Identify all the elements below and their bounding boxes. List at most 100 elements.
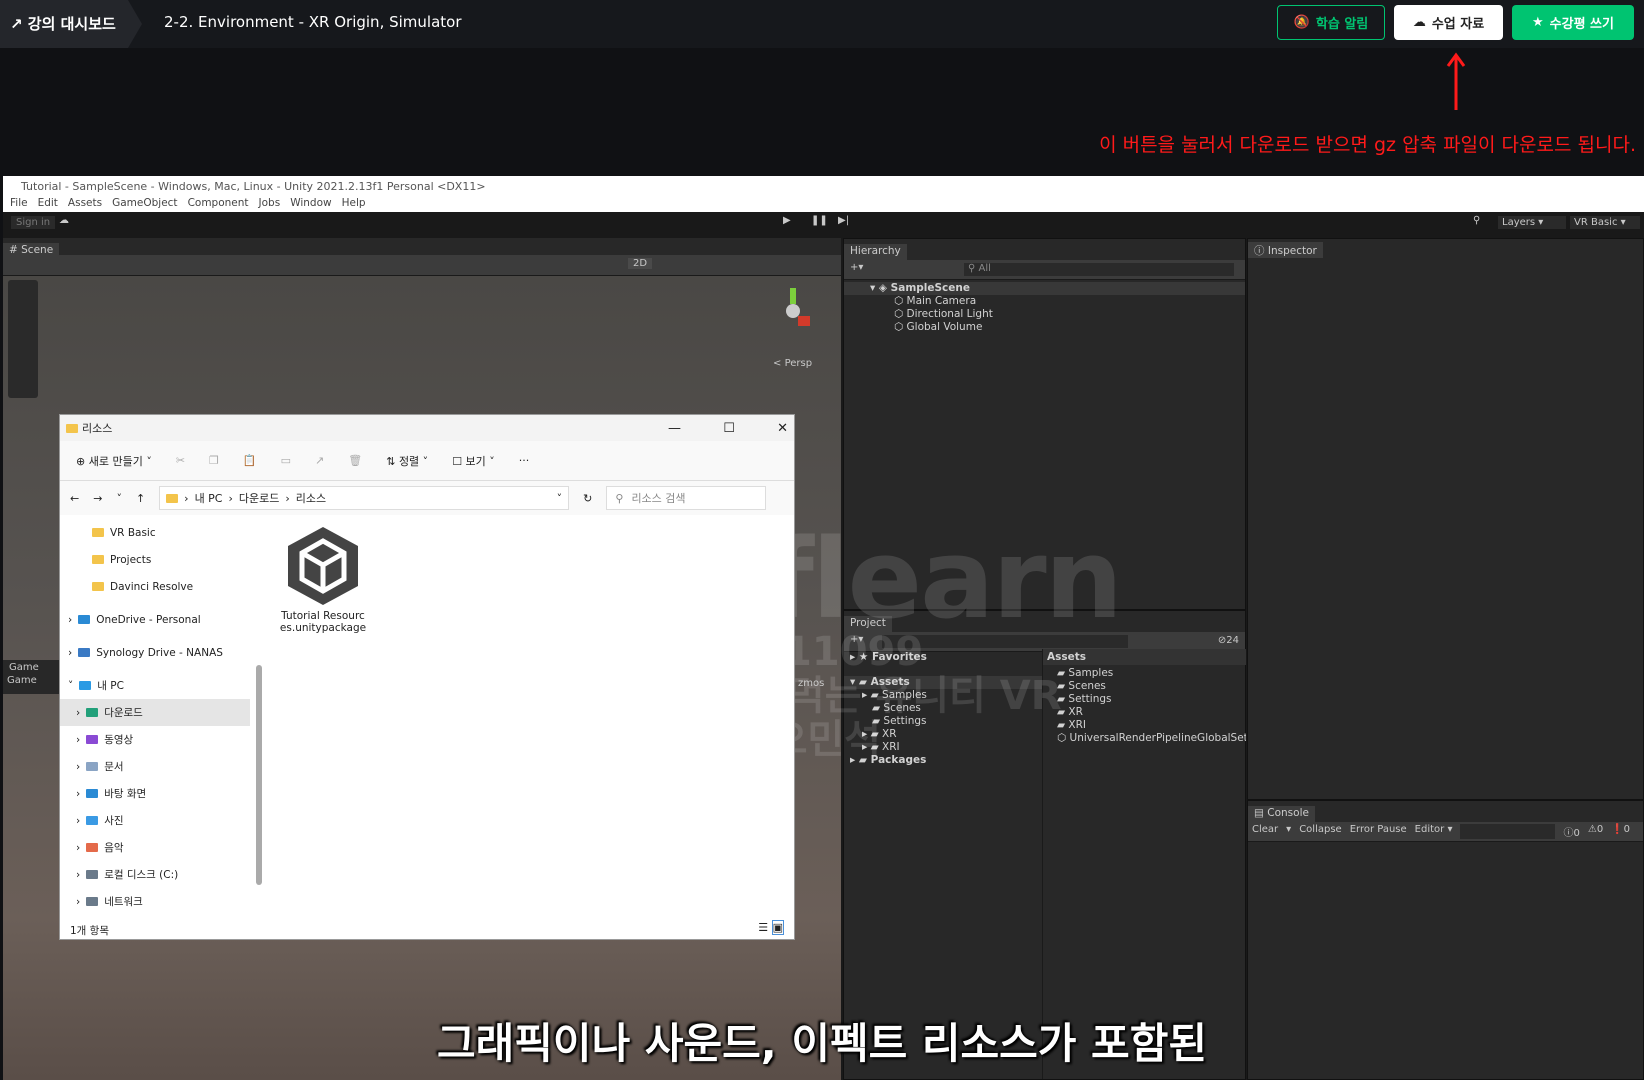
details-view-icon[interactable]: ☰ [758, 921, 768, 934]
console-search[interactable] [1460, 824, 1556, 839]
nav-item[interactable]: › 바탕 화면 [60, 780, 250, 807]
notify-button[interactable]: 🔕 학습 알림 [1277, 5, 1385, 40]
tab-inspector[interactable]: ⓘ Inspector [1248, 242, 1323, 258]
pause-button[interactable]: ❚❚ [811, 215, 828, 226]
hierarchy-item[interactable]: ⬡ Global Volume [844, 321, 1245, 334]
large-icons-view-icon[interactable]: ▣ [771, 920, 784, 935]
cloud-icon[interactable]: ☁ [59, 215, 69, 226]
nav-scrollbar[interactable] [256, 665, 262, 885]
error-count[interactable]: ❗0 [1611, 824, 1630, 839]
file-item[interactable]: ⬡ UniversalRenderPipelineGlobalSetti [1043, 732, 1246, 745]
log-count[interactable]: ⓘ0 [1563, 824, 1579, 839]
nav-label: 다운로드 [104, 707, 143, 719]
nav-item[interactable]: › 동영상 [60, 726, 250, 753]
explorer-search[interactable]: ⚲ 리소스 검색 [606, 486, 767, 510]
back-button[interactable]: ← [70, 492, 79, 505]
dashboard-link[interactable]: ↗ 강의 대시보드 [0, 0, 142, 48]
error-pause-button[interactable]: Error Pause [1350, 824, 1407, 839]
nav-item[interactable]: › 네트워크 [60, 888, 250, 910]
up-button[interactable]: ↑ [136, 492, 145, 505]
tool-palette[interactable] [8, 280, 38, 398]
nav-item[interactable]: › Synology Drive - NANAS [60, 639, 250, 666]
nav-label: OneDrive - Personal [96, 613, 201, 626]
file-item[interactable]: ▰ XRI [1043, 719, 1246, 732]
play-button[interactable]: ▶ [783, 215, 791, 226]
copy-icon[interactable]: ❐ [209, 454, 219, 467]
view-toggle[interactable]: ☰ ▣ [758, 920, 784, 935]
nav-item[interactable]: ˅ 내 PC [60, 672, 250, 699]
hierarchy-item[interactable]: ⬡ Directional Light [844, 308, 1245, 321]
tab-hierarchy[interactable]: Hierarchy [844, 244, 907, 260]
view-button[interactable]: ☐ 보기 ˅ [452, 453, 495, 469]
hierarchy-item[interactable]: ⬡ Main Camera [844, 295, 1245, 308]
tab-console[interactable]: ▤ Console [1248, 806, 1315, 822]
breadcrumb-item[interactable]: 다운로드 [239, 490, 279, 506]
collapse-button[interactable]: Collapse [1299, 824, 1342, 839]
nav-item[interactable]: › 로컬 디스크 (C:) [60, 861, 250, 888]
sort-button[interactable]: ⇅ 정렬 ˅ [386, 453, 428, 469]
materials-button[interactable]: ☁ 수업 자료 [1394, 5, 1503, 40]
clear-dropdown[interactable]: ▾ [1286, 824, 1291, 839]
menu-component[interactable]: Component [188, 197, 249, 212]
refresh-button[interactable]: ↻ [583, 492, 592, 505]
breadcrumb-item[interactable]: 리소스 [296, 490, 326, 506]
menu-assets[interactable]: Assets [68, 197, 102, 212]
search-icon[interactable]: ⚲ [1473, 215, 1480, 226]
file-item[interactable]: ▰ Scenes [1043, 680, 1246, 693]
file-explorer-window: 리소스 — ☐ ✕ ⊕ 새로 만들기 ˅ ✂ ❐ 📋 ▭ ↗ 🗑 ⇅ 정렬 ˅ ☐ 보기 ˅ … [59, 414, 795, 940]
main-toolbar: Sign in ☁ ▶ ❚❚ ▶| ⚲ Layers ▾ VR Basic ▾ [3, 212, 1644, 236]
scene-root[interactable]: ▾ ◈ SampleScene [844, 282, 1245, 295]
hidden-packages-count[interactable]: ⊘24 [1218, 635, 1239, 646]
minimize-button[interactable]: — [668, 421, 681, 436]
warning-count[interactable]: ⚠0 [1588, 824, 1603, 839]
file-item[interactable]: ▰ XR [1043, 706, 1246, 719]
rename-icon[interactable]: ▭ [281, 454, 291, 467]
new-button[interactable]: ⊕ 새로 만들기 ˅ [76, 453, 152, 469]
nav-item[interactable]: › OneDrive - Personal [60, 606, 250, 633]
address-field[interactable]: › 내 PC › 다운로드 › 리소스 ˅ [159, 486, 570, 510]
close-button[interactable]: ✕ [777, 421, 788, 436]
tab-game[interactable]: Game [3, 660, 63, 675]
menu-jobs[interactable]: Jobs [259, 197, 281, 212]
quick-access-item[interactable]: VR Basic [60, 519, 250, 546]
nav-item-selected[interactable]: › 다운로드 [60, 699, 250, 726]
chevron-down-icon[interactable]: ˅ [557, 492, 563, 505]
nav-item[interactable]: › 사진 [60, 807, 250, 834]
maximize-button[interactable]: ☐ [723, 421, 735, 436]
nav-item[interactable]: › 음악 [60, 834, 250, 861]
file-item[interactable]: ▰ Samples [1043, 667, 1246, 680]
more-button[interactable]: ··· [519, 454, 530, 467]
add-button[interactable]: +▾ [850, 262, 863, 273]
editor-dropdown[interactable]: Editor ▾ [1415, 824, 1453, 839]
menu-help[interactable]: Help [342, 197, 366, 212]
file-item[interactable]: ▰ Settings [1043, 693, 1246, 706]
share-icon[interactable]: ↗ [315, 454, 324, 467]
persp-label[interactable]: < Persp [773, 358, 812, 369]
file-item[interactable]: Tutorial Resources.unitypackage [278, 525, 368, 634]
clear-button[interactable]: Clear [1252, 824, 1278, 839]
quick-access-item[interactable]: Projects [60, 546, 250, 573]
quick-access-item[interactable]: Davinci Resolve [60, 573, 250, 600]
status-bar: 1개 항목 [70, 925, 109, 937]
scene-gizmo[interactable] [768, 286, 818, 336]
cut-icon[interactable]: ✂ [176, 454, 185, 467]
menu-file[interactable]: File [10, 197, 28, 212]
nav-item[interactable]: › 문서 [60, 753, 250, 780]
layout-dropdown[interactable]: VR Basic ▾ [1570, 216, 1640, 229]
review-button[interactable]: ★ 수강평 쓰기 [1512, 5, 1634, 40]
sign-in-button[interactable]: Sign in [11, 216, 56, 229]
hierarchy-toolbar: +▾ ⚲ All [844, 260, 1245, 280]
step-button[interactable]: ▶| [838, 215, 849, 226]
delete-icon[interactable]: 🗑 [348, 454, 362, 467]
menu-window[interactable]: Window [290, 197, 331, 212]
explorer-title: 리소스 [82, 422, 113, 435]
menu-edit[interactable]: Edit [38, 197, 58, 212]
paste-icon[interactable]: 📋 [243, 454, 257, 467]
forward-button[interactable]: → [93, 492, 102, 505]
menu-gameobject[interactable]: GameObject [112, 197, 177, 212]
breadcrumb-item[interactable]: 내 PC [195, 490, 223, 506]
2d-toggle[interactable]: 2D [628, 258, 653, 269]
recent-button[interactable]: ˅ [116, 492, 122, 505]
layers-dropdown[interactable]: Layers ▾ [1498, 216, 1566, 229]
hierarchy-search[interactable]: ⚲ All [964, 263, 1234, 276]
